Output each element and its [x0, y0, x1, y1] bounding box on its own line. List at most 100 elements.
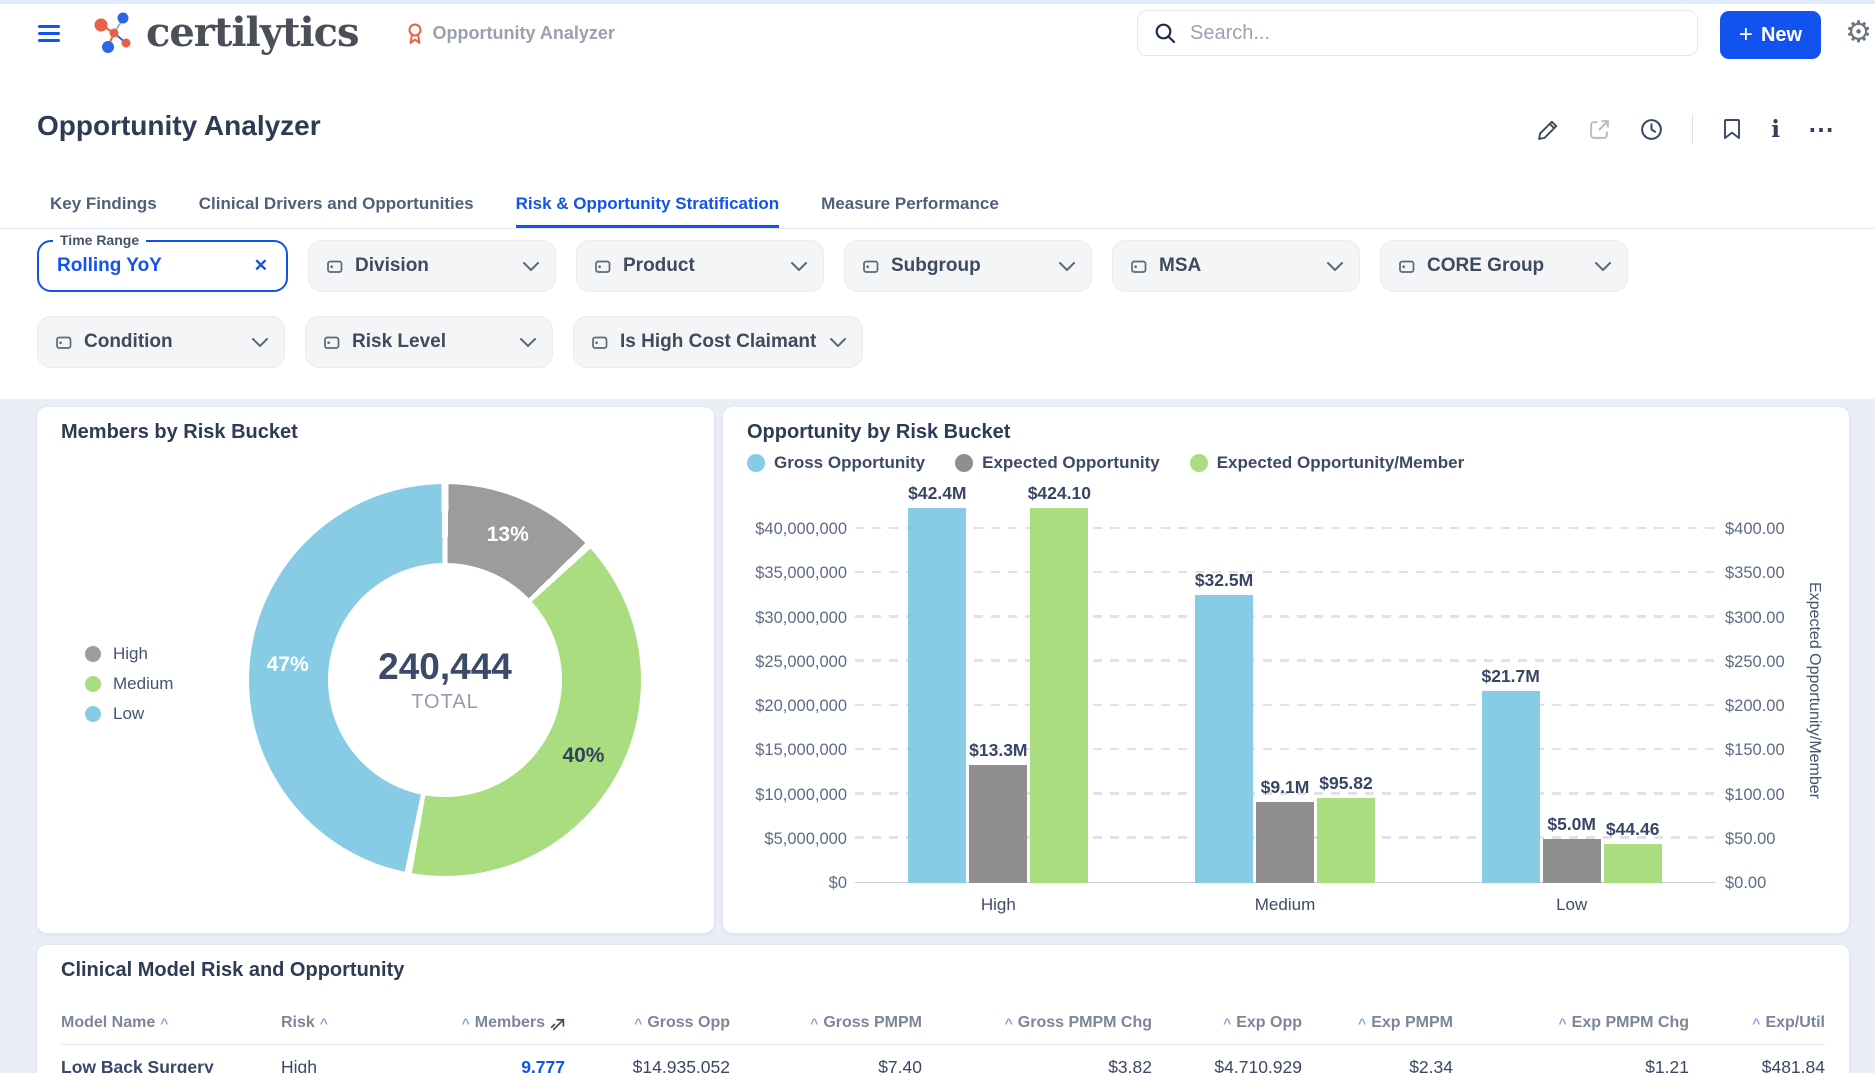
column-header-gross-opp[interactable]: ^Gross Opp: [565, 1014, 730, 1032]
column-label: Members: [475, 1014, 545, 1032]
legend-dot: [747, 454, 765, 472]
tag-icon: [54, 333, 74, 352]
bar-expected-opportunity-high[interactable]: $13.3M: [969, 765, 1027, 883]
column-header-exp-util[interactable]: ^Exp/Util: [1689, 1014, 1825, 1032]
filter-label: Division: [355, 255, 429, 277]
tab-clinical-drivers-and-opportunities[interactable]: Clinical Drivers and Opportunities: [199, 182, 474, 228]
bookmark-icon[interactable]: [1721, 117, 1743, 141]
chevron-down-icon: [830, 338, 846, 347]
tag-icon: [593, 257, 613, 276]
new-button[interactable]: + New: [1720, 11, 1821, 59]
legend-label: High: [113, 644, 148, 664]
time-range-value: Rolling YoY: [57, 255, 162, 277]
bar-value-label: $9.1M: [1261, 777, 1310, 798]
column-header-exp-opp[interactable]: ^Exp Opp: [1152, 1014, 1302, 1032]
filter-time-range[interactable]: Time Range Rolling YoY ✕: [37, 240, 288, 292]
bars-row: $42.4M$13.3M$424.10$32.5M$9.1M$95.82$21.…: [855, 487, 1715, 883]
donut-legend: HighMediumLow: [85, 639, 173, 729]
cell-risk: High: [281, 1057, 431, 1073]
left-axis-tick: $20,000,000: [755, 696, 847, 716]
cell-gross-pmpm-chg: $3.82: [922, 1057, 1152, 1073]
bar-gross-opportunity-high[interactable]: $42.4M: [908, 508, 966, 883]
tab-key-findings[interactable]: Key Findings: [50, 182, 157, 228]
column-label: Exp PMPM Chg: [1572, 1014, 1689, 1032]
settings-gear-icon[interactable]: ⚙: [1845, 18, 1872, 48]
tab-risk-opportunity-stratification[interactable]: Risk & Opportunity Stratification: [516, 182, 780, 228]
column-header-exp-pmpm[interactable]: ^Exp PMPM: [1302, 1014, 1453, 1032]
left-axis-tick: $30,000,000: [755, 608, 847, 628]
bar-group-high: $42.4M$13.3M$424.10: [855, 508, 1142, 883]
column-label: Gross PMPM: [823, 1014, 922, 1032]
bar-expected-opportunity-member-medium[interactable]: $95.82: [1317, 798, 1375, 883]
search-input[interactable]: [1188, 21, 1681, 46]
bar-expected-opportunity-medium[interactable]: $9.1M: [1256, 802, 1314, 883]
filter-product[interactable]: Product: [576, 240, 824, 292]
column-label: Gross Opp: [647, 1014, 730, 1032]
filter-core-group[interactable]: CORE Group: [1380, 240, 1628, 292]
more-options-icon[interactable]: ⋯: [1808, 123, 1835, 136]
certilytics-logo[interactable]: certilytics: [86, 10, 359, 56]
legend-item-expected-opportunity-member: Expected Opportunity/Member: [1190, 453, 1464, 473]
history-clock-icon[interactable]: [1639, 117, 1664, 142]
legend-label: Expected Opportunity: [982, 453, 1160, 473]
search-icon: [1154, 22, 1176, 44]
column-header-members[interactable]: ^ Members: [431, 1014, 565, 1032]
legend-label: Gross Opportunity: [774, 453, 925, 473]
filter-subgroup[interactable]: Subgroup: [844, 240, 1092, 292]
filter-label: MSA: [1159, 255, 1201, 277]
donut-center: 240,444 TOTAL: [328, 563, 562, 797]
column-header-gross-pmpm[interactable]: ^ Gross PMPM: [730, 1014, 922, 1032]
column-header-risk[interactable]: Risk^: [281, 1014, 431, 1032]
cell-members[interactable]: 9,777: [431, 1057, 565, 1073]
table-header-row: Model Name^Risk^^Members^Gross Opp^Gross…: [61, 1014, 1825, 1032]
external-link-icon[interactable]: [1588, 118, 1611, 141]
column-label: Model Name: [61, 1014, 155, 1032]
filter-is-high-cost-claimant[interactable]: Is High Cost Claimant: [573, 316, 863, 368]
edit-pencil-icon[interactable]: [1537, 118, 1560, 141]
column-header-exp-pmpm-chg[interactable]: ^Exp PMPM Chg: [1453, 1014, 1689, 1032]
legend-item-gross-opportunity: Gross Opportunity: [747, 453, 925, 473]
right-axis-tick: $0.00: [1725, 873, 1766, 893]
bar-gross-opportunity-low[interactable]: $21.7M: [1482, 691, 1540, 883]
left-axis-tick: $10,000,000: [755, 785, 847, 805]
app-badge-label: Opportunity Analyzer: [433, 23, 615, 44]
filter-division[interactable]: Division: [308, 240, 556, 292]
chevron-down-icon: [252, 338, 268, 347]
opportunity-card-title: Opportunity by Risk Bucket: [747, 421, 1010, 444]
tag-icon: [861, 257, 881, 276]
bar-gross-opportunity-medium[interactable]: $32.5M: [1195, 595, 1253, 883]
column-header-model-name[interactable]: Model Name ^: [61, 1014, 281, 1032]
members-donut-chart[interactable]: 240,444 TOTAL 13%40%47%: [249, 484, 641, 876]
column-label: Risk: [281, 1014, 315, 1032]
bar-chart-plot-area: $42.4M$13.3M$424.10$32.5M$9.1M$95.82$21.…: [855, 487, 1715, 923]
sort-caret-icon: ^: [160, 1015, 168, 1031]
sort-caret-icon: ^: [810, 1015, 818, 1031]
sort-caret-icon: ^: [1005, 1015, 1013, 1031]
sort-caret-icon: ^: [462, 1015, 470, 1031]
bar-expected-opportunity-member-low[interactable]: $44.46: [1604, 844, 1662, 883]
tab-measure-performance[interactable]: Measure Performance: [821, 182, 999, 228]
left-axis-tick: $25,000,000: [755, 652, 847, 672]
filter-condition[interactable]: Condition: [37, 316, 285, 368]
bar-expected-opportunity-low[interactable]: $5.0M: [1543, 839, 1601, 883]
members-by-risk-bucket-card: Members by Risk Bucket HighMediumLow 240…: [37, 407, 714, 933]
legend-dot: [1190, 454, 1208, 472]
bar-expected-opportunity-member-high[interactable]: $424.10: [1030, 508, 1088, 883]
sorted-arrow-icon: [550, 1016, 565, 1031]
members-total-caption: TOTAL: [411, 691, 479, 714]
filter-risk-level[interactable]: Risk Level: [305, 316, 553, 368]
right-axis-title: Expected Opportunity/Member: [1799, 487, 1829, 923]
cell-exp-util: $481.84: [1689, 1057, 1825, 1073]
clear-time-range-icon[interactable]: ✕: [254, 256, 268, 276]
members-total-value: 240,444: [378, 646, 512, 688]
members-card-title: Members by Risk Bucket: [61, 421, 298, 444]
menu-icon[interactable]: [38, 25, 60, 42]
top-navigation-bar: certilytics Opportunity Analyzer + New ⚙: [0, 4, 1875, 62]
filter-msa[interactable]: MSA: [1112, 240, 1360, 292]
legend-label: Expected Opportunity/Member: [1217, 453, 1464, 473]
right-axis-tick: $100.00: [1725, 785, 1785, 805]
cell-exp-opp: $4,710,929: [1152, 1057, 1302, 1073]
left-axis-tick: $40,000,000: [755, 519, 847, 539]
info-icon[interactable]: i: [1771, 116, 1780, 143]
column-header-gross-pmpm-chg[interactable]: ^Gross PMPM Chg: [922, 1014, 1152, 1032]
